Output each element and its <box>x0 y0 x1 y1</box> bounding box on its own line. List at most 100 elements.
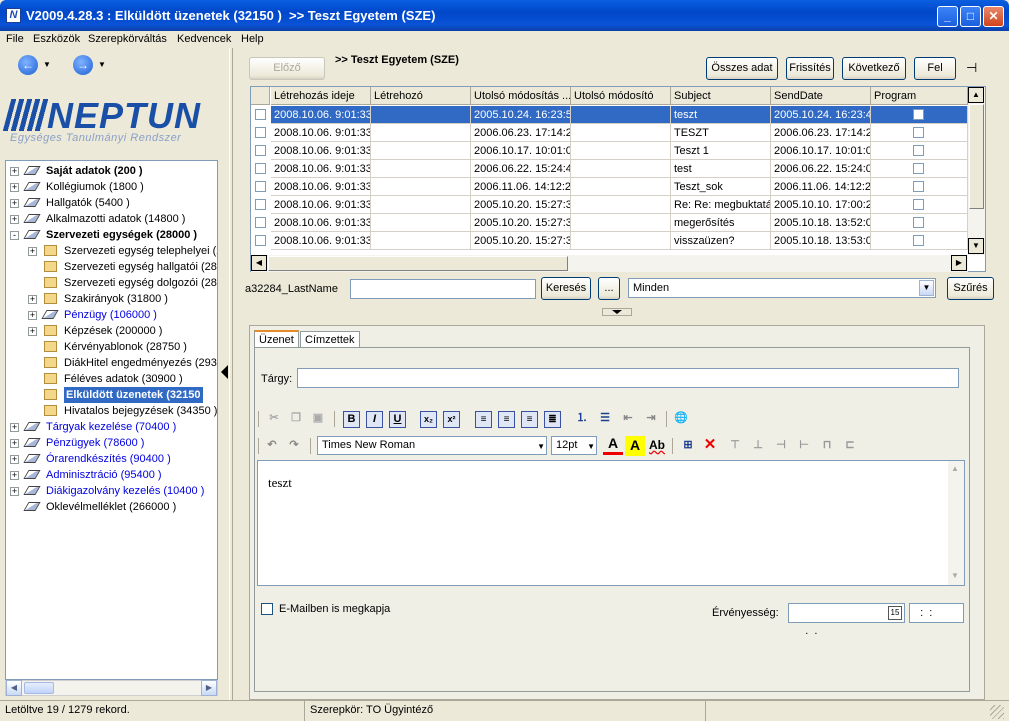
next-button[interactable]: Következő <box>842 57 906 80</box>
menu-szerepkorvaltas[interactable]: Szerepkörváltás <box>88 33 167 45</box>
grid-header-cell[interactable]: Létrehozás ideje <box>271 87 371 105</box>
undo-icon[interactable]: ↶ <box>262 436 282 456</box>
underline-icon[interactable]: U <box>389 411 406 428</box>
maximize-button[interactable]: □ <box>960 6 981 27</box>
row-checkbox[interactable] <box>255 199 266 210</box>
pane-splitter[interactable] <box>229 48 233 700</box>
menu-help[interactable]: Help <box>241 33 264 45</box>
tree-horizontal-scrollbar[interactable]: ◀ ▶ <box>5 680 218 696</box>
tree-node[interactable]: Szervezeti egység hallgatói (286 <box>6 259 217 275</box>
row-checkbox[interactable] <box>255 235 266 246</box>
search-input[interactable] <box>350 279 536 299</box>
tree-node[interactable]: + Szervezeti egység telephelyei (2 <box>6 243 217 259</box>
expand-down-icon[interactable] <box>612 310 622 314</box>
program-checkbox[interactable] <box>913 181 924 192</box>
menu-file[interactable]: File <box>6 33 24 45</box>
scroll-right-icon[interactable]: ▶ <box>201 680 217 696</box>
spellcheck-icon[interactable]: Ab <box>647 436 667 456</box>
grid-scroll-right-icon[interactable]: ▶ <box>951 255 967 271</box>
redo-icon[interactable]: ↷ <box>284 436 304 456</box>
expand-plus-icon[interactable]: + <box>10 199 19 208</box>
calendar-icon[interactable]: 15 <box>888 606 902 620</box>
grid-vertical-scrollbar[interactable]: ▲ ▼ <box>968 87 985 255</box>
collapse-minus-icon[interactable]: - <box>10 231 19 240</box>
highlight-color-icon[interactable]: A <box>625 436 645 456</box>
italic-icon[interactable]: I <box>366 411 383 428</box>
row-checkbox[interactable] <box>255 109 266 120</box>
expand-plus-icon[interactable]: + <box>10 167 19 176</box>
tree-node[interactable]: Kérvényablonok (28750 ) <box>6 339 216 355</box>
insert-table-icon[interactable]: ⊞ <box>678 436 698 456</box>
font-size-select[interactable]: 12pt ▼ <box>551 436 597 455</box>
row-checkbox[interactable] <box>255 127 266 138</box>
minimize-button[interactable]: _ <box>937 6 958 27</box>
detail-splitter[interactable] <box>602 308 632 316</box>
program-checkbox[interactable] <box>913 127 924 138</box>
expand-plus-icon[interactable]: + <box>28 295 37 304</box>
subscript-icon[interactable]: x₂ <box>420 411 437 428</box>
tree-node[interactable]: + Szakirányok (31800 ) <box>6 291 216 307</box>
program-checkbox[interactable] <box>913 217 924 228</box>
tree-node[interactable]: + Adminisztráció (95400 ) <box>6 467 216 483</box>
scroll-up-icon[interactable]: ▲ <box>968 87 984 103</box>
insert-column-right-icon[interactable]: ⊢ <box>794 436 814 456</box>
collapse-arrow-icon[interactable] <box>221 365 228 379</box>
back-dropdown-icon[interactable]: ▼ <box>43 60 51 69</box>
row-checkbox[interactable] <box>255 145 266 156</box>
grid-header-cell[interactable]: Subject <box>671 87 771 105</box>
tree-node[interactable]: Szervezeti egység dolgozói (288 <box>6 275 217 291</box>
tree-node[interactable]: - Szervezeti egységek (28000 ) <box>6 227 216 243</box>
row-checkbox[interactable] <box>255 181 266 192</box>
tree-node[interactable]: + Diákigazolvány kezelés (10400 ) <box>6 483 216 499</box>
navigation-tree[interactable]: + Saját adatok (200 ) + Kollégiumok (1800 )… <box>5 160 218 680</box>
insert-row-below-icon[interactable]: ⊥ <box>748 436 768 456</box>
numbered-list-icon[interactable]: ⒈ <box>572 409 592 429</box>
messages-grid[interactable]: Létrehozás ideje Létrehozó Utolsó módosítá… <box>250 86 986 272</box>
tree-node[interactable]: Oklevélmelléklet (266000 ) <box>6 499 216 515</box>
program-checkbox[interactable] <box>913 109 924 120</box>
tree-node[interactable]: + Képzések (200000 ) <box>6 323 216 339</box>
grid-hscroll-thumb[interactable] <box>268 256 568 271</box>
expand-plus-icon[interactable]: + <box>10 215 19 224</box>
tree-node[interactable]: + Tárgyak kezelése (70400 ) <box>6 419 216 435</box>
align-right-icon[interactable]: ≡ <box>521 411 538 428</box>
editor-scroll-up-icon[interactable]: ▲ <box>951 464 959 473</box>
grid-scroll-thumb[interactable] <box>969 104 984 209</box>
previous-button[interactable]: Előző <box>249 57 325 80</box>
align-justify-icon[interactable]: ≣ <box>544 411 561 428</box>
editor-scroll-down-icon[interactable]: ▼ <box>951 571 959 580</box>
pin-icon[interactable]: ⊣ <box>966 61 982 74</box>
program-checkbox[interactable] <box>913 145 924 156</box>
copy-icon[interactable]: ❐ <box>286 409 306 429</box>
tree-node[interactable]: Hivatalos bejegyzések (34350 ) <box>6 403 217 419</box>
menu-eszkozok[interactable]: Eszközök <box>33 33 80 45</box>
tree-node[interactable]: + Alkalmazotti adatok (14800 ) <box>6 211 216 227</box>
close-button[interactable]: ✕ <box>983 6 1004 27</box>
tree-node[interactable]: Féléves adatok (30900 ) <box>6 371 216 387</box>
font-chevron-down-icon[interactable]: ▼ <box>537 438 545 455</box>
all-data-button[interactable]: Összes adat <box>706 57 778 80</box>
subject-input[interactable] <box>297 368 959 388</box>
search-button[interactable]: Keresés <box>541 277 591 300</box>
grid-scroll-left-icon[interactable]: ◀ <box>251 255 267 271</box>
chevron-down-icon[interactable]: ▼ <box>919 280 934 296</box>
bold-icon[interactable]: B <box>343 411 360 428</box>
delete-table-icon[interactable]: ✕ <box>700 436 720 456</box>
superscript-icon[interactable]: x² <box>443 411 460 428</box>
expand-plus-icon[interactable]: + <box>10 183 19 192</box>
refresh-button[interactable]: Frissítés <box>786 57 834 80</box>
font-color-icon[interactable]: A <box>603 436 623 455</box>
expand-plus-icon[interactable]: + <box>28 327 37 336</box>
row-checkbox[interactable] <box>255 217 266 228</box>
grid-header-cell[interactable]: SendDate <box>771 87 871 105</box>
row-checkbox[interactable] <box>255 163 266 174</box>
editor-scrollbar[interactable]: ▲ ▼ <box>948 461 964 585</box>
bullet-list-icon[interactable]: ☰ <box>595 409 615 429</box>
tree-node[interactable]: + Kollégiumok (1800 ) <box>6 179 216 195</box>
resize-grip-icon[interactable] <box>990 705 1004 719</box>
expand-plus-icon[interactable]: + <box>10 439 19 448</box>
up-button[interactable]: Fel <box>914 57 956 80</box>
back-arrow-icon[interactable]: ← <box>18 55 38 75</box>
tree-node[interactable]: Elküldött üzenetek (32150 <box>6 387 216 403</box>
grid-header-cell[interactable]: Utolsó módosítás ... <box>471 87 571 105</box>
